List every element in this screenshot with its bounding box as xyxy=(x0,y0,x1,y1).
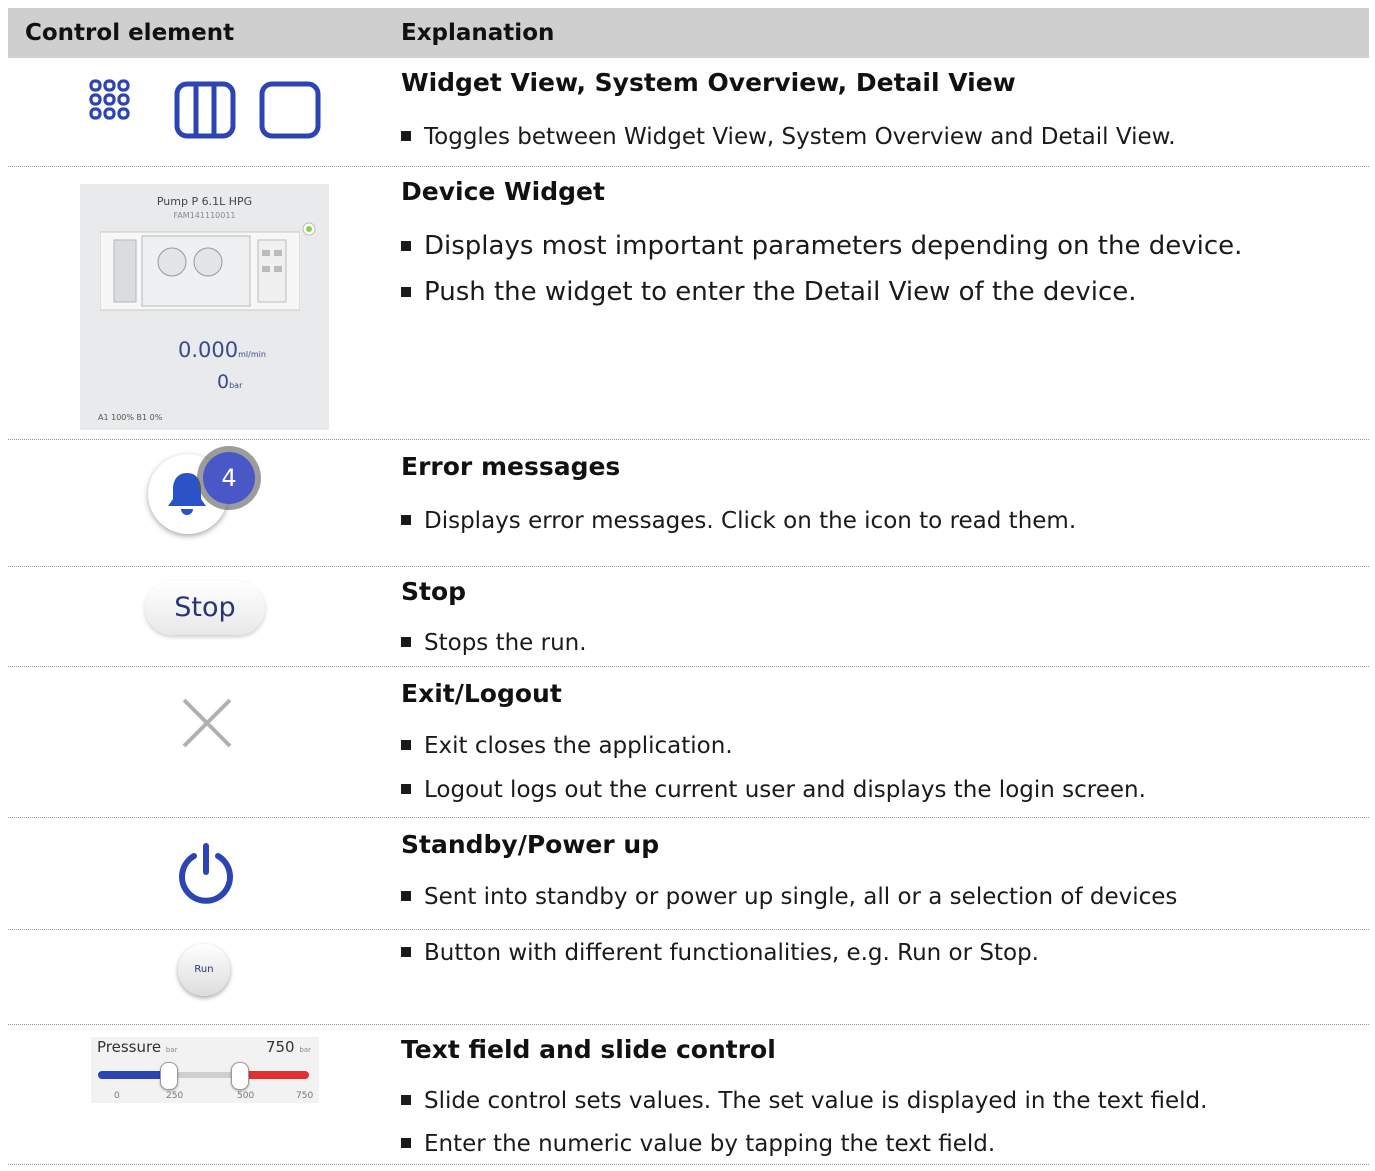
row-title: Exit/Logout xyxy=(401,679,562,708)
control-cell xyxy=(8,667,393,818)
row-title: Widget View, System Overview, Detail Vie… xyxy=(401,68,1016,97)
bullet-item: Button with different functionalities, e… xyxy=(401,940,1039,966)
bullet-item: Toggles between Widget View, System Over… xyxy=(401,124,1176,150)
slider-high-handle[interactable] xyxy=(230,1062,249,1090)
pressure-unit: bar xyxy=(229,381,243,390)
header-explanation: Explanation xyxy=(401,20,555,46)
system-overview-icon[interactable] xyxy=(174,81,236,139)
bullet-item: Push the widget to enter the Detail View… xyxy=(401,277,1137,307)
control-cell: Pump P 6.1L HPG FAM141110011 0.000ml/min… xyxy=(8,167,393,440)
bullet-item: Logout logs out the current user and dis… xyxy=(401,777,1146,803)
widget-grid-icon[interactable] xyxy=(89,79,131,121)
row-title: Standby/Power up xyxy=(401,830,660,859)
row-title: Stop xyxy=(401,577,467,606)
control-cell: Pressure bar 750 bar 0 250 500 750 xyxy=(8,1025,393,1165)
bullet-item: Sent into standby or power up single, al… xyxy=(401,884,1177,910)
bullet-item: Displays error messages. Click on the ic… xyxy=(401,508,1076,534)
table-row-exit-logout: Exit/Logout Exit closes the application.… xyxy=(8,667,1369,818)
run-button[interactable]: Run xyxy=(178,944,230,996)
slider-tick: 250 xyxy=(166,1091,184,1101)
close-icon[interactable] xyxy=(181,697,233,749)
table-row-stop: Stop Stop Stops the run. xyxy=(8,567,1369,667)
slider-tick: 500 xyxy=(237,1091,255,1101)
device-widget[interactable]: Pump P 6.1L HPG FAM141110011 0.000ml/min… xyxy=(80,184,329,430)
table-row-views: Widget View, System Overview, Detail Vie… xyxy=(8,58,1369,167)
bullet-item: Slide control sets values. The set value… xyxy=(401,1088,1207,1114)
flow-readout: 0.000ml/min xyxy=(178,338,266,362)
error-count-badge: 4 xyxy=(203,452,255,504)
detail-view-icon[interactable] xyxy=(259,81,321,139)
table-row-run: Run Button with different functionalitie… xyxy=(8,930,1369,1025)
slider-label: Pressure bar xyxy=(97,1038,177,1056)
bullet-item: Stops the run. xyxy=(401,630,587,656)
bullet-item: Enter the numeric value by tapping the t… xyxy=(401,1131,995,1157)
pressure-readout: 0bar xyxy=(217,371,242,393)
bullet-item: Displays most important parameters depen… xyxy=(401,231,1242,261)
control-cell xyxy=(8,818,393,930)
control-cell: Stop xyxy=(8,567,393,667)
slider-max-unit: bar xyxy=(299,1046,311,1054)
pressure-value: 0 xyxy=(217,371,230,393)
device-serial: FAM141110011 xyxy=(173,211,236,220)
header-control-element: Control element xyxy=(25,20,235,46)
slider-low-handle[interactable] xyxy=(160,1062,179,1090)
slider-low-fill xyxy=(98,1071,168,1079)
slider-tick: 0 xyxy=(114,1091,120,1101)
flow-unit: ml/min xyxy=(238,350,266,359)
power-icon[interactable] xyxy=(174,842,238,906)
error-bell-button[interactable]: 4 xyxy=(148,452,255,534)
table-row-standby: Standby/Power up Sent into standby or po… xyxy=(8,818,1369,930)
control-cell: Run xyxy=(8,930,393,1025)
control-cell xyxy=(8,58,393,167)
control-cell: 4 xyxy=(8,440,393,567)
row-title: Text field and slide control xyxy=(401,1035,776,1064)
slider-max-value: 750 xyxy=(265,1038,295,1056)
device-name: Pump P 6.1L HPG xyxy=(156,195,253,208)
pump-device-image xyxy=(100,231,300,311)
slider-value-field[interactable]: 750 bar xyxy=(266,1038,311,1056)
row-title: Error messages xyxy=(401,452,621,481)
table-row-device-widget: Pump P 6.1L HPG FAM141110011 0.000ml/min… xyxy=(8,167,1369,440)
bullet-item: Exit closes the application. xyxy=(401,733,733,759)
row-title: Device Widget xyxy=(401,177,605,206)
table-header: Control element Explanation xyxy=(8,8,1369,58)
table-row-slider: Pressure bar 750 bar 0 250 500 750 Text … xyxy=(8,1025,1369,1165)
slider-label-text: Pressure xyxy=(97,1038,162,1056)
slider-tick: 750 xyxy=(296,1091,314,1101)
table-row-error-messages: 4 Error messages Displays error messages… xyxy=(8,440,1369,567)
composition: A1 100% B1 0% xyxy=(98,413,163,422)
slider-label-unit: bar xyxy=(165,1046,178,1054)
status-led-icon xyxy=(302,222,316,236)
flow-value: 0.000 xyxy=(178,338,239,362)
stop-button[interactable]: Stop xyxy=(145,581,265,635)
pressure-slider-control: Pressure bar 750 bar 0 250 500 750 xyxy=(91,1037,319,1103)
